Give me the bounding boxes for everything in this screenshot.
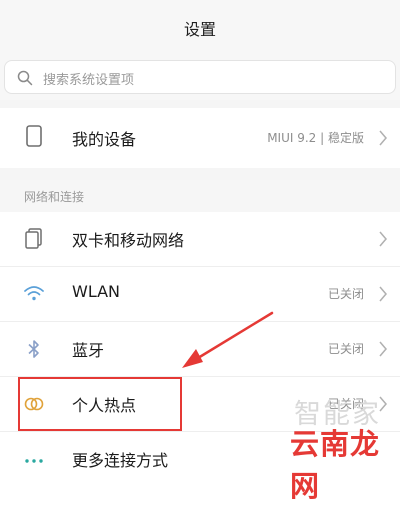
top-bar: 设置 <box>0 0 400 56</box>
search-icon <box>17 70 33 86</box>
row-value: 已关闭 <box>327 342 364 356</box>
row-my-device[interactable]: 我的设备 MIUI 9.2 | 稳定版 <box>0 108 400 168</box>
wifi-icon <box>24 286 44 301</box>
search-input[interactable]: 搜索系统设置项 <box>4 60 396 94</box>
spacer <box>0 168 400 180</box>
more-dots-icon <box>25 459 43 463</box>
highlight-box <box>18 377 182 431</box>
chevron-right-icon <box>379 341 387 357</box>
spacer <box>0 100 400 108</box>
phone-icon <box>26 125 42 147</box>
sim-card-icon <box>25 228 42 249</box>
row-value: 已关闭 <box>327 287 364 301</box>
page-title: 设置 <box>183 20 216 39</box>
row-value: MIUI 9.2 | 稳定版 <box>267 131 364 145</box>
row-label: 双卡和移动网络 <box>72 231 185 250</box>
divider <box>0 321 400 322</box>
section-label: 网络和连接 <box>24 190 85 204</box>
divider <box>0 266 400 267</box>
row-label: 蓝牙 <box>72 341 105 360</box>
chevron-right-icon <box>379 286 387 302</box>
row-label: 我的设备 <box>72 130 137 149</box>
bluetooth-icon <box>28 340 39 358</box>
watermark-logo-text: 云南龙网 <box>290 427 381 503</box>
search-placeholder: 搜索系统设置项 <box>43 73 135 88</box>
row-wlan[interactable]: WLAN 已关闭 <box>0 267 400 321</box>
row-label: WLAN <box>72 282 121 301</box>
row-dual-sim[interactable]: 双卡和移动网络 <box>0 212 400 266</box>
section-header: 网络和连接 <box>0 180 400 212</box>
search-container: 搜索系统设置项 <box>0 56 400 100</box>
row-label: 更多连接方式 <box>72 451 169 470</box>
row-bluetooth[interactable]: 蓝牙 已关闭 <box>0 322 400 376</box>
chevron-right-icon <box>379 130 387 146</box>
chevron-right-icon <box>379 231 387 247</box>
